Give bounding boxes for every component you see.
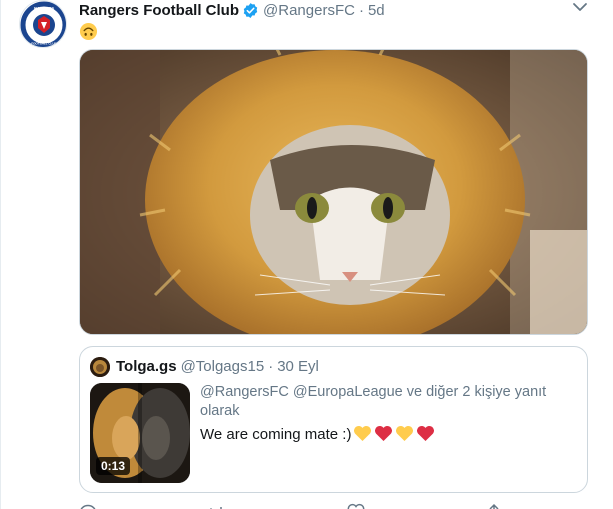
like-icon[interactable] bbox=[347, 503, 365, 509]
red-heart-icon bbox=[416, 425, 436, 443]
header-separator: · bbox=[358, 1, 364, 19]
crest-top-text: RANGERS bbox=[34, 6, 54, 11]
author-handle[interactable]: @RangersFC bbox=[263, 2, 355, 19]
tweet-photo[interactable] bbox=[79, 49, 588, 335]
rangers-crest-icon: RANGERS FOOTBALL CLUB bbox=[20, 1, 66, 47]
tweet-card[interactable]: RANGERS FOOTBALL CLUB Rangers Football C… bbox=[0, 0, 613, 509]
tweet-action-bar bbox=[79, 503, 588, 509]
yellow-heart-icon bbox=[353, 425, 373, 443]
retweet-icon[interactable] bbox=[207, 503, 225, 509]
reply-icon[interactable] bbox=[79, 503, 97, 509]
red-heart-icon bbox=[374, 425, 394, 443]
chevron-down-icon[interactable] bbox=[571, 0, 589, 14]
author-name[interactable]: Rangers Football Club bbox=[79, 2, 239, 19]
quoted-header: Tolga.gs @Tolgags15 · 30 Eyl bbox=[116, 358, 319, 375]
tweet-header: Rangers Football Club @RangersFC · 5d bbox=[79, 0, 385, 20]
verified-badge-icon bbox=[242, 2, 259, 19]
cat-lion-mane-image bbox=[80, 50, 587, 334]
quoted-separator: · bbox=[268, 358, 274, 375]
quoted-tweet[interactable]: Tolga.gs @Tolgags15 · 30 Eyl 0:13 @Range… bbox=[79, 346, 588, 493]
yellow-heart-icon bbox=[395, 425, 415, 443]
quoted-video-thumbnail[interactable]: 0:13 bbox=[90, 383, 190, 483]
quoted-text: We are coming mate :) bbox=[200, 425, 352, 443]
crest-bottom-text: FOOTBALL CLUB bbox=[31, 42, 57, 46]
quoted-author-name[interactable]: Tolga.gs bbox=[116, 358, 177, 375]
quoted-author-avatar[interactable] bbox=[90, 357, 110, 377]
quoted-text-line: We are coming mate :) bbox=[200, 425, 437, 443]
upside-down-face-icon bbox=[79, 22, 99, 42]
author-avatar[interactable]: RANGERS FOOTBALL CLUB bbox=[19, 0, 67, 48]
video-duration: 0:13 bbox=[96, 457, 131, 475]
heart-emojis bbox=[353, 425, 437, 443]
reply-context: @RangersFC @EuropaLeague ve diğer 2 kişi… bbox=[200, 384, 547, 419]
quoted-date[interactable]: 30 Eyl bbox=[277, 358, 319, 375]
share-icon[interactable] bbox=[485, 503, 503, 509]
tweet-timestamp[interactable]: 5d bbox=[368, 2, 385, 19]
quoted-author-handle[interactable]: @Tolgags15 bbox=[181, 358, 265, 375]
